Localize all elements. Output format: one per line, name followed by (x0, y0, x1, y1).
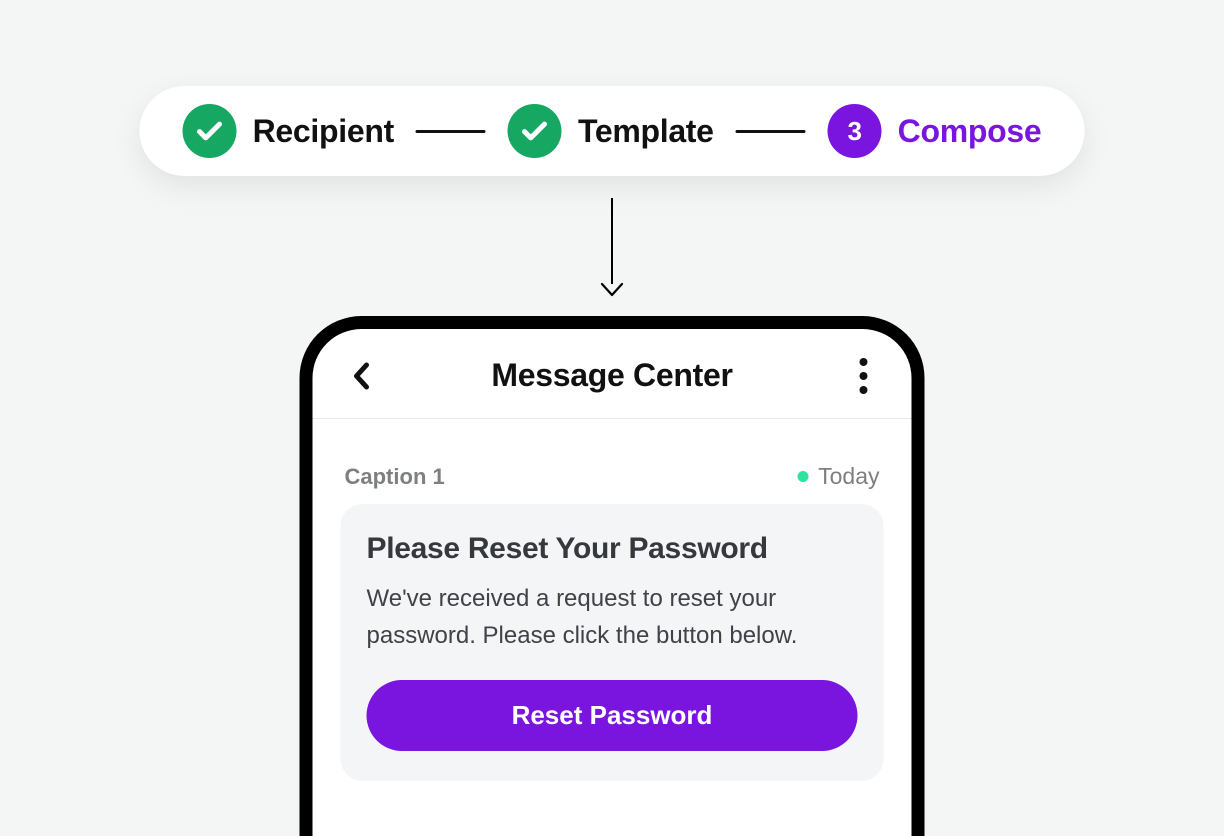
message-meta: Caption 1 Today (341, 463, 884, 504)
message-date-wrap: Today (797, 463, 879, 490)
message-title: Please Reset Your Password (367, 532, 858, 566)
step-connector (416, 130, 486, 133)
check-icon (508, 104, 562, 158)
message-content: Caption 1 Today Please Reset Your Passwo… (313, 419, 912, 781)
stepper-bar: Recipient Template 3 Compose (140, 86, 1085, 176)
step-number: 3 (847, 116, 861, 147)
arrow-down-icon (600, 198, 624, 298)
step-connector (736, 130, 806, 133)
back-button[interactable] (341, 362, 381, 390)
step-label: Recipient (253, 113, 394, 150)
message-caption: Caption 1 (345, 464, 445, 490)
step-label: Template (578, 113, 714, 150)
message-card: Please Reset Your Password We've receive… (341, 504, 884, 781)
chevron-left-icon (352, 362, 369, 390)
step-number-badge: 3 (828, 104, 882, 158)
step-recipient[interactable]: Recipient (183, 104, 394, 158)
appbar-title: Message Center (491, 357, 732, 394)
message-date: Today (818, 463, 879, 490)
more-button[interactable] (844, 358, 884, 394)
step-compose[interactable]: 3 Compose (828, 104, 1042, 158)
check-icon (183, 104, 237, 158)
reset-password-button[interactable]: Reset Password (367, 680, 858, 751)
message-body: We've received a request to reset your p… (367, 580, 858, 654)
appbar: Message Center (313, 349, 912, 419)
step-label: Compose (898, 113, 1042, 150)
step-template[interactable]: Template (508, 104, 714, 158)
status-dot-icon (797, 471, 808, 482)
phone-preview: Message Center Caption 1 Today Please Re… (300, 316, 925, 836)
kebab-icon (860, 358, 868, 394)
